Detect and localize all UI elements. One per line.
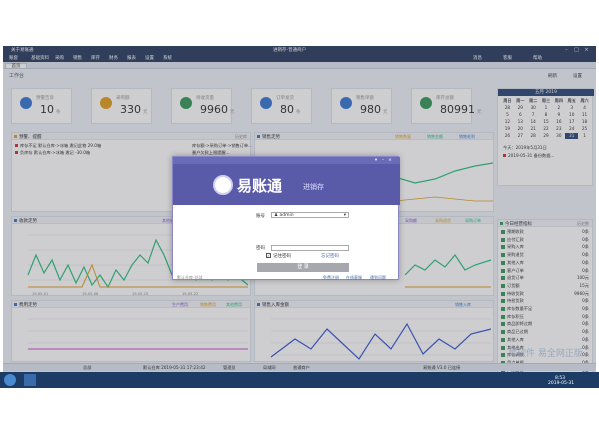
account-select[interactable]: ♟ admin ▾ (271, 212, 349, 218)
forgot-link[interactable]: 忘记密码 (321, 253, 339, 259)
chevron-down-icon: ▾ (343, 213, 346, 218)
brand-logo: 易账通 进销存 (213, 175, 363, 197)
login-dialog: ▾ – × 易账通 进销存 账号 ♟ admin ▾ 密码 ✓ 记住密码 忘记密码… (172, 156, 400, 281)
register-link[interactable]: 免费注册 (323, 275, 339, 281)
login-button[interactable]: 登 录 (257, 263, 349, 272)
app-window: 关于易账通 进销存-普通商户 – □ × 账套 基础资料 采购 销售 库存 财务… (3, 46, 596, 386)
clock-date: 2019-05-31 (548, 381, 575, 386)
dialog-titlebar: ▾ – × (173, 157, 400, 164)
brand-sub: 进销存 (303, 183, 324, 191)
password-label: 密码 (256, 246, 265, 251)
help-link[interactable]: 遇到问题 (370, 275, 386, 281)
remember-checkbox[interactable]: ✓ (266, 253, 271, 258)
close-icon[interactable]: × (387, 158, 393, 163)
app-taskbar-icon[interactable] (24, 374, 36, 386)
account-label: 账号 (256, 214, 265, 219)
login-footer: 默认仓库-总部 (177, 275, 203, 280)
pin-icon[interactable]: ▾ (373, 158, 379, 163)
login-header: ▾ – × 易账通 进销存 (173, 157, 400, 205)
minimize-icon[interactable]: – (380, 158, 386, 163)
taskbar (0, 372, 599, 388)
remember-label: 记住密码 (273, 254, 291, 259)
brand-name: 易账通 (237, 177, 283, 195)
password-input[interactable] (271, 245, 349, 251)
start-button[interactable] (4, 374, 16, 386)
logo-icon (213, 175, 233, 195)
service-link[interactable]: 在线客服 (346, 275, 362, 281)
